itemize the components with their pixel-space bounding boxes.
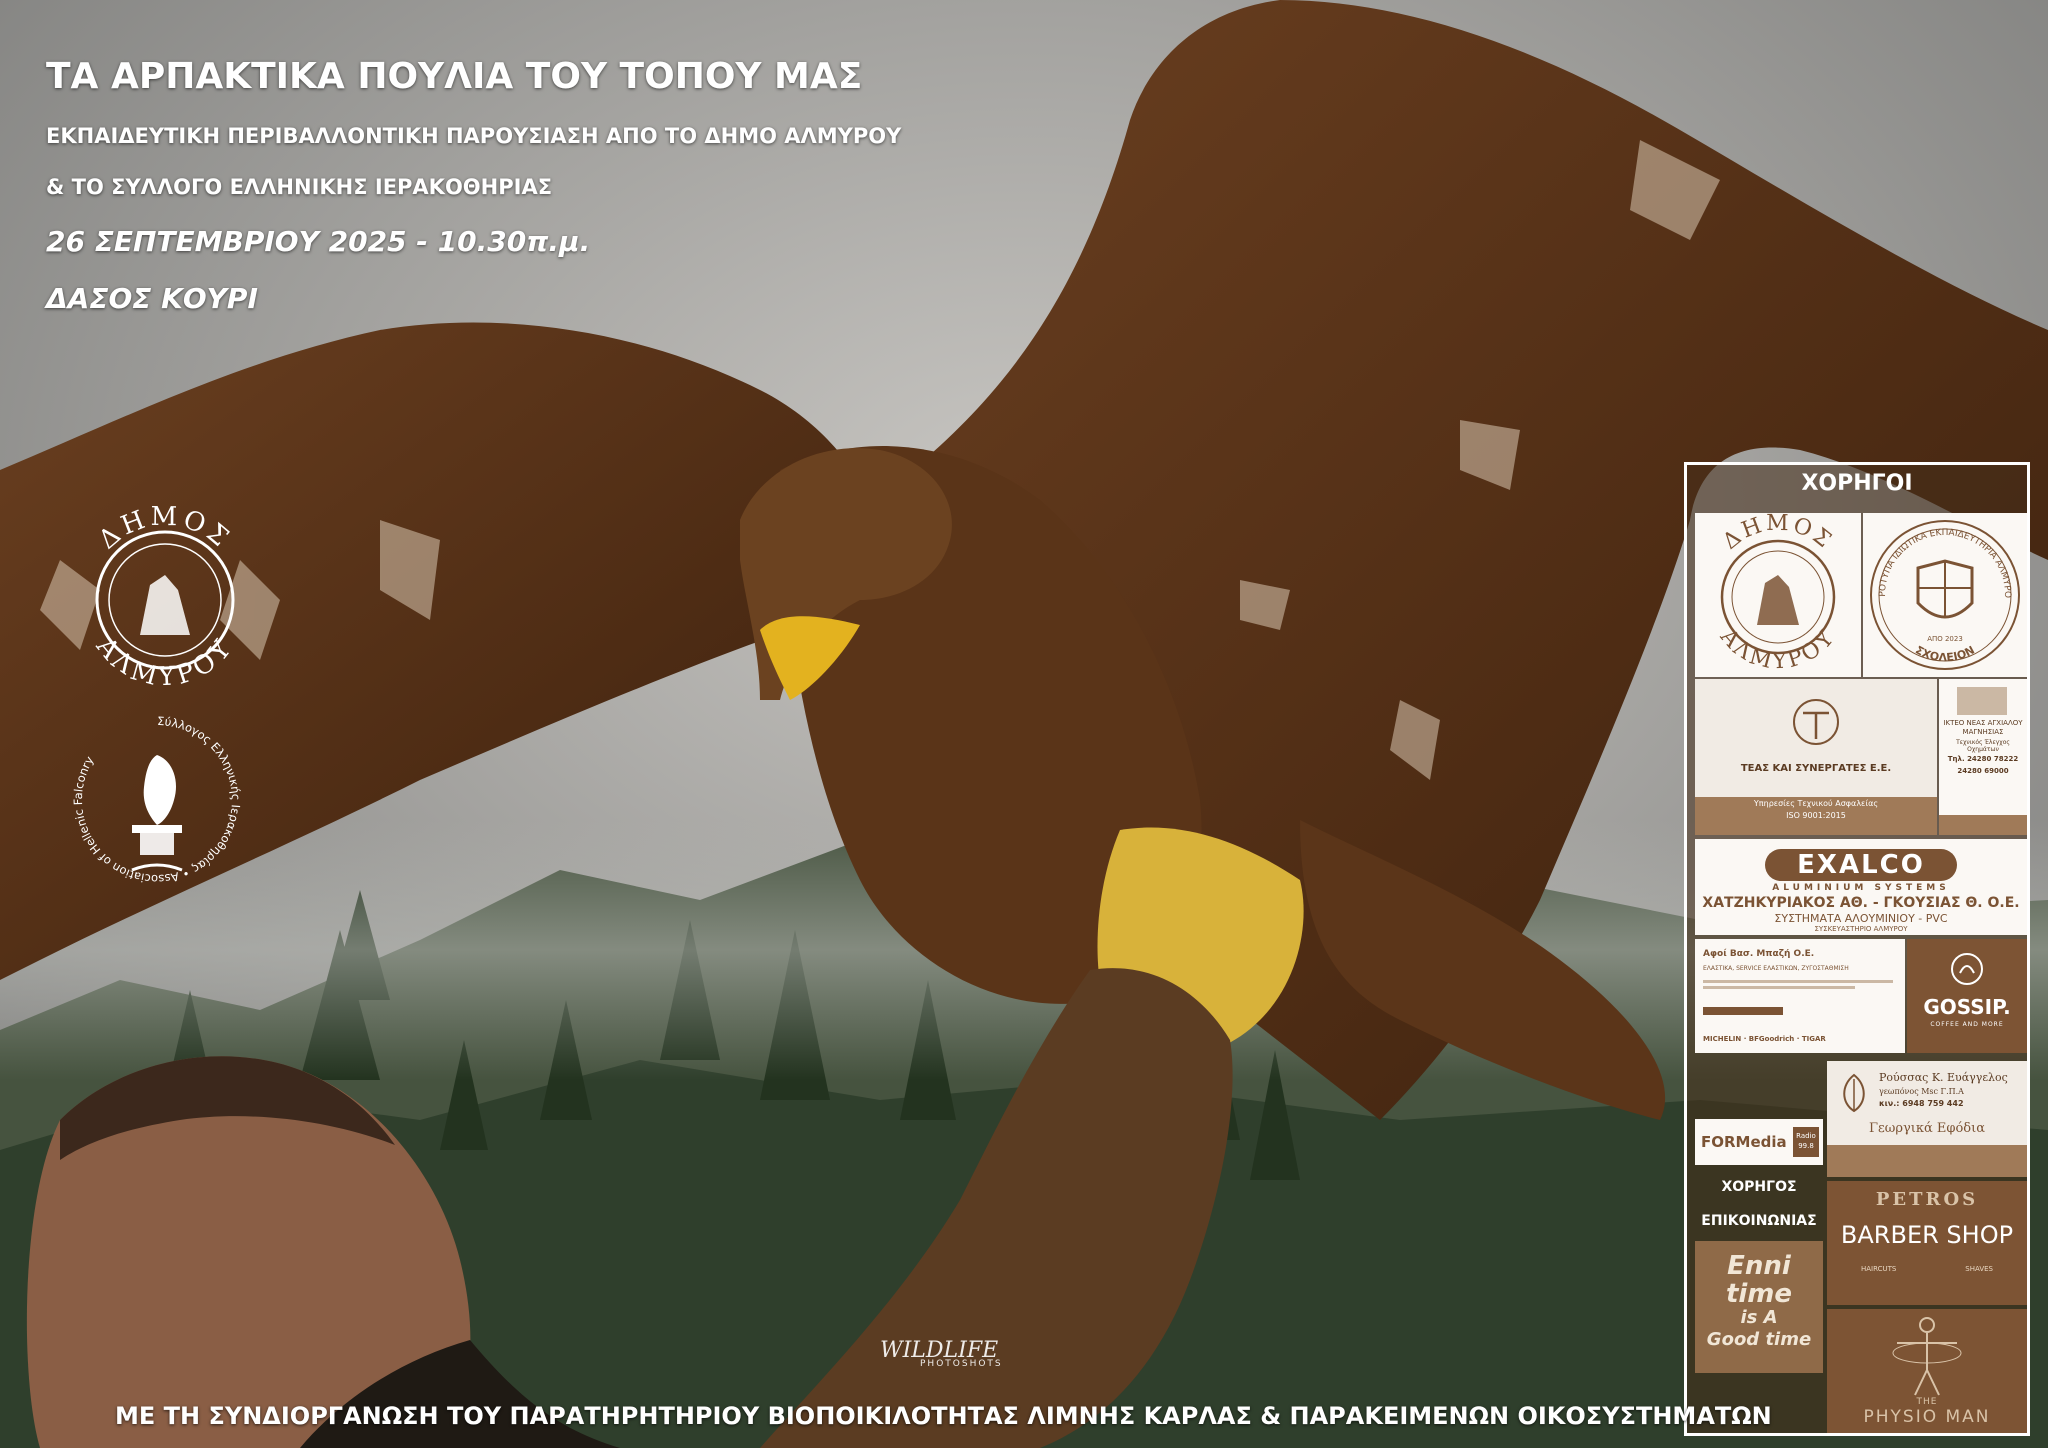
wildlife-photoshots-watermark: WILDLIFE PHOTOSHOTS xyxy=(880,1338,1003,1369)
physio-main: PHYSIO MAN xyxy=(1863,1407,1991,1427)
teas-service: Υπηρεσίες Τεχνικού Ασφαλείας xyxy=(1753,799,1879,808)
sponsors-title: ΧΟΡΗΓΟΙ xyxy=(1801,471,1913,496)
dimos-logo: ΔΗΜΟΣ ΑΛΜΥΡΟΥ xyxy=(1714,513,1841,675)
sponsor-bazis: Αφοί Βασ. Μπαζή Ο.Ε. ΕΛΑΣΤΙΚΑ, SERVICE Ε… xyxy=(1695,939,1905,1053)
sponsor-physio-man: THE PHYSIO MAN xyxy=(1827,1309,2027,1433)
gossip-sub: COFFEE AND MORE xyxy=(1930,1021,2004,1028)
svg-text:ΠΡΟΤΥΠΑ ΙΔΙΩΤΙΚΑ ΕΚΠΑΙΔΕΥΤΗΡΙΑ: ΠΡΟΤΥΠΑ ΙΔΙΩΤΙΚΑ ΕΚΠΑΙΔΕΥΤΗΡΙΑ ΑΛΜΥΡΟΥ xyxy=(1863,513,2012,598)
gossip-name: GOSSIP. xyxy=(1923,995,2011,1019)
sponsor-roussas: Ρούσσας Κ. Ευάγγελος γεωπόνος Msc Γ.Π.Α … xyxy=(1827,1061,2027,1177)
page-title: ΤΑ ΑΡΠΑΚΤΙΚΑ ΠΟΥΛΙΑ ΤΟΥ ΤΟΠΟΥ ΜΑΣ xyxy=(46,56,863,97)
teas-logo-icon xyxy=(1793,699,1839,745)
formedia-name: FORMedia xyxy=(1701,1133,1787,1151)
exalco-location: ΣΥΣΚΕΥΑΣΤΗΡΙΟ ΑΛΜΥΡΟΥ xyxy=(1814,925,1908,933)
sponsor-teas: ΤΕΑΣ ΚΑΙ ΣΥΝΕΡΓΑΤΕΣ Ε.Ε. Υπηρεσίες Τεχνι… xyxy=(1695,679,1937,835)
petros-left: HAIRCUTS xyxy=(1861,1265,1897,1273)
bazis-brands: MICHELIN · BFGoodrich · TIGAR xyxy=(1703,1035,1826,1043)
comm-label-1: ΧΟΡΗΓΟΣ xyxy=(1721,1179,1797,1195)
sponsors-panel: ΧΟΡΗΓΟΙ ΔΗΜΟΣ ΑΛΜΥΡΟΥ ΡΟΤΥΠΑ ΙΔΙΩΤΙΚΑ ΕΚ… xyxy=(1684,462,2030,1436)
exalco-sub: ALUMINIUM SYSTEMS xyxy=(1772,883,1950,893)
physio-top: THE xyxy=(1916,1397,1938,1407)
kteo-phone-1: Τηλ. 24280 78222 xyxy=(1947,755,2019,763)
roussas-phone: κιν.: 6948 759 442 xyxy=(1879,1099,1964,1108)
watermark-line-2: PHOTOSHOTS xyxy=(920,1359,1003,1369)
sponsor-petros-barber: PETROS BARBER SHOP HAIRCUTS SHAVES xyxy=(1827,1181,2027,1305)
municipality-logo-top-text: ΔΗΜΟΣ xyxy=(93,505,233,555)
svg-text:ΔΗΜΟΣ: ΔΗΜΟΣ xyxy=(93,505,237,555)
teas-iso: ISO 9001:2015 xyxy=(1786,811,1846,820)
sponsor-exalco: EXALCO ALUMINIUM SYSTEMS ΧΑΤΖΗΚΥΡΙΑΚΟΣ Α… xyxy=(1695,839,2027,935)
communication-sponsor-label: ΧΟΡΗΓΟΣ ΕΠΙΚΟΙΝΩΝΙΑΣ xyxy=(1695,1169,1823,1239)
kteo-sub: Τεχνικός Έλεγχος Οχημάτων xyxy=(1956,739,2010,753)
bazis-services: ΕΛΑΣΤΙΚΑ, SERVICE ΕΛΑΣΤΙΚΩΝ, ΖΥΓΟΣΤΑΘΜΙΣ… xyxy=(1703,965,1849,972)
svg-text:ΣΧΟΛΕΙΟΝ: ΣΧΟΛΕΙΟΝ xyxy=(1913,643,1977,664)
poster: ΤΑ ΑΡΠΑΚΤΙΚΑ ΠΟΥΛΙΑ ΤΟΥ ΤΟΠΟΥ ΜΑΣ ΕΚΠΑΙΔ… xyxy=(0,0,2048,1448)
municipality-logo-bottom-text: ΑΛΜΥΡΟΥ xyxy=(89,631,235,685)
leaf-icon xyxy=(1843,1073,1865,1113)
event-date: 26 ΣΕΠΤΕΜΒΡΙΟΥ 2025 - 10.30π.μ. xyxy=(46,225,591,258)
municipality-logo: ΔΗΜΟΣ ΑΛΜΥΡΟΥ xyxy=(89,505,239,685)
kteo-name: ΙΚΤΕΟ ΝΕΑΣ ΑΓΧΙΑΛΟΥ ΜΑΓΝΗΣΙΑΣ xyxy=(1943,719,2023,736)
svg-text:ΑΛΜΥΡΟΥ: ΑΛΜΥΡΟΥ xyxy=(89,631,239,685)
svg-text:ΑΠΟ 2023: ΑΠΟ 2023 xyxy=(1927,635,1963,643)
roussas-product: Γεωργικά Εφόδια xyxy=(1868,1121,1986,1136)
enni-line-2: time xyxy=(1725,1279,1793,1309)
footer-text: ΜΕ ΤΗ ΣΥΝΔΙΟΡΓΑΝΩΣΗ ΤΟΥ ΠΑΡΑΤΗΡΗΤΗΡΙΟΥ Β… xyxy=(115,1402,1772,1430)
kteo-phone-2: 24280 69000 xyxy=(1957,767,2009,775)
petros-top: PETROS xyxy=(1875,1189,1979,1210)
sponsor-kteo: ΙΚΤΕΟ ΝΕΑΣ ΑΓΧΙΑΛΟΥ ΜΑΓΝΗΣΙΑΣ Τεχνικός Έ… xyxy=(1939,679,2027,835)
petros-main: BARBER SHOP xyxy=(1840,1221,2014,1249)
exalco-systems: ΣΥΣΤΗΜΑΤΑ ΑΛΟΥΜΙΝΙΟΥ - PVC xyxy=(1774,912,1948,925)
sponsor-enni-time: Enni time is A Good time xyxy=(1695,1241,1823,1373)
comm-label-2: ΕΠΙΚΟΙΝΩΝΙΑΣ xyxy=(1701,1213,1817,1229)
enni-line-4: Good time xyxy=(1706,1329,1812,1350)
school-logo: ΠΡΟΤΥΠΑ ΙΔΙΩΤΙΚΑ ΕΚΠΑΙΔΕΥΤΗΡΙΑ ΑΛΜΥΡΟΥ Σ… xyxy=(1863,513,2020,670)
sponsor-formedia: FORMedia Radio 99.8 xyxy=(1695,1119,1823,1165)
roussas-sub: γεωπόνος Msc Γ.Π.Α xyxy=(1879,1087,1964,1096)
falconry-association-logo: Σύλλογος Ελληνικής Ιερακοθηρίας • Associ… xyxy=(71,714,243,886)
exalco-partner: ΧΑΤΖΗΚΥΡΙΑΚΟΣ ΑΘ. - ΓΚΟΥΣΙΑΣ Θ. Ο.Ε. xyxy=(1702,895,2020,911)
roussas-name: Ρούσσας Κ. Ευάγγελος xyxy=(1879,1071,2008,1084)
sponsor-dimos-almyrou: ΔΗΜΟΣ ΑΛΜΥΡΟΥ xyxy=(1695,513,1861,677)
subtitle-line-2: & ΤΟ ΣΥΛΛΟΓΟ ΕΛΛΗΝΙΚΗΣ ΙΕΡΑΚΟΘΗΡΙΑΣ xyxy=(46,175,553,199)
event-place: ΔΑΣΟΣ ΚΟΥΡΙ xyxy=(46,282,258,315)
exalco-brand: EXALCO xyxy=(1797,850,1925,880)
coffee-cup-icon xyxy=(1951,953,1983,985)
formedia-radio: Radio 99.8 xyxy=(1793,1127,1819,1157)
svg-text:ΔΗΜΟΣ: ΔΗΜΟΣ xyxy=(1718,513,1837,555)
svg-text:ΑΛΜΥΡΟΥ: ΑΛΜΥΡΟΥ xyxy=(1714,624,1841,675)
subtitle-line-1: ΕΚΠΑΙΔΕΥΤΙΚΗ ΠΕΡΙΒΑΛΛΟΝΤΙΚΗ ΠΑΡΟΥΣΙΑΣΗ Α… xyxy=(46,124,902,148)
sponsor-gossip: GOSSIP. COFFEE AND MORE xyxy=(1907,939,2027,1053)
car-icon xyxy=(1957,687,2007,715)
bazis-name: Αφοί Βασ. Μπαζή Ο.Ε. xyxy=(1703,949,1815,959)
sponsor-school: ΠΡΟΤΥΠΑ ΙΔΙΩΤΙΚΑ ΕΚΠΑΙΔΕΥΤΗΡΙΑ ΑΛΜΥΡΟΥ Σ… xyxy=(1863,513,2027,677)
physio-figure-icon xyxy=(1892,1317,1962,1396)
enni-line-1: Enni xyxy=(1727,1251,1791,1281)
petros-right: SHAVES xyxy=(1965,1265,1993,1273)
enni-line-3: is A xyxy=(1740,1307,1778,1328)
teas-name: ΤΕΑΣ ΚΑΙ ΣΥΝΕΡΓΑΤΕΣ Ε.Ε. xyxy=(1740,763,1892,774)
